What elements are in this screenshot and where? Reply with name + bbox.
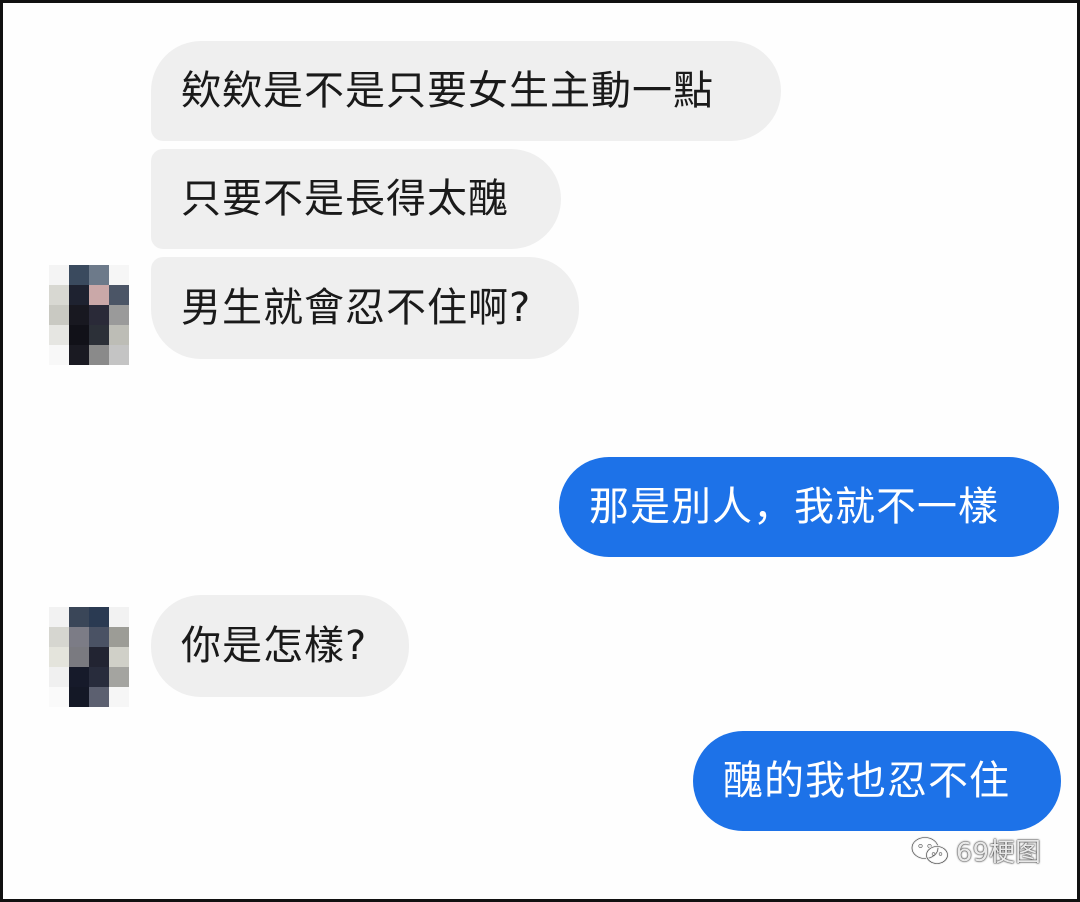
watermark-text: 69梗图 <box>955 838 1041 868</box>
message-text: 只要不是長得太醜 <box>181 176 509 222</box>
incoming-message-bubble: 欸欸是不是只要女生主動一點 <box>151 41 781 141</box>
message-text: 欸欸是不是只要女生主動一點 <box>181 68 714 114</box>
contact-avatar[interactable] <box>49 607 129 707</box>
message-text: 你是怎樣? <box>181 623 368 669</box>
outgoing-message-bubble: 醜的我也忍不住 <box>693 731 1061 831</box>
wechat-icon <box>910 835 950 867</box>
contact-avatar[interactable] <box>49 265 129 365</box>
message-text: 那是別人，我就不一樣 <box>589 484 999 530</box>
incoming-message-bubble: 只要不是長得太醜 <box>151 149 561 249</box>
watermark: 69梗图 <box>910 832 1041 869</box>
message-text: 醜的我也忍不住 <box>723 758 1010 804</box>
chat-screenshot: 欸欸是不是只要女生主動一點 只要不是長得太醜 男生就會忍不住啊? 那是別人，我就… <box>0 0 1080 902</box>
incoming-message-bubble: 你是怎樣? <box>151 595 409 697</box>
outgoing-message-bubble: 那是別人，我就不一樣 <box>559 457 1059 557</box>
incoming-message-bubble: 男生就會忍不住啊? <box>151 257 579 359</box>
message-text: 男生就會忍不住啊? <box>181 285 532 331</box>
